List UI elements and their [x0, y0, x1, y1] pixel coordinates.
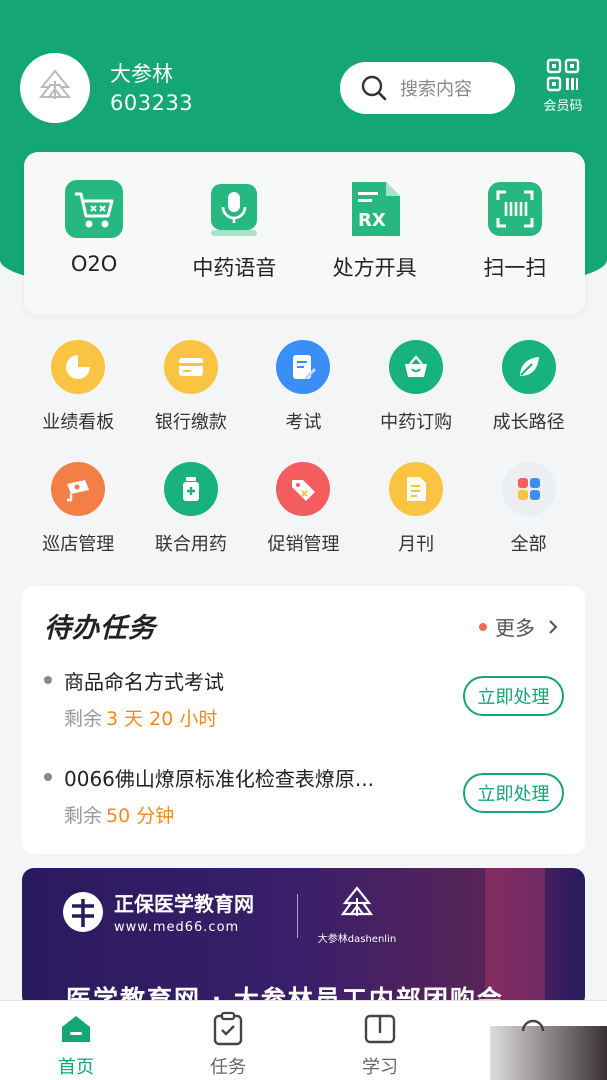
med66-logo: 正保医学教育网 www.med66.com: [60, 888, 254, 935]
tab-label: 任务: [210, 1057, 246, 1078]
promo-banner[interactable]: 正保医学教育网 www.med66.com 大参林dashenlin 医学教育网…: [22, 868, 585, 1008]
quick-action-label: 处方开具: [332, 256, 417, 280]
grid-item-bank-payment[interactable]: 银行缴款: [135, 340, 248, 462]
basket-icon: [405, 355, 428, 377]
search-icon: [361, 75, 387, 101]
tab-label: 首页: [58, 1057, 94, 1078]
medicine-bottle-icon: [182, 477, 199, 501]
grid-item-label: 巡店管理: [42, 534, 115, 555]
chevron-right-icon: [549, 619, 558, 634]
avatar[interactable]: [20, 53, 90, 123]
tab-tasks[interactable]: 任务: [188, 1011, 268, 1079]
task-name: 商品命名方式考试: [64, 670, 224, 694]
quick-action-label: 扫一扫: [483, 256, 547, 280]
quick-action-scan[interactable]: 扫一扫: [455, 180, 575, 315]
search-input[interactable]: 搜索内容: [340, 62, 515, 114]
grid-item-label: 全部: [510, 534, 547, 555]
microphone-icon: [211, 184, 258, 236]
process-now-button[interactable]: 立即处理: [463, 676, 564, 716]
exam-edit-icon: [293, 355, 317, 379]
grid-item-combined-medication[interactable]: 联合用药: [135, 462, 248, 584]
dashenlin-logo-icon: [38, 69, 72, 99]
grid-item-promotion[interactable]: 促销管理: [247, 462, 360, 584]
grid-item-performance[interactable]: 业绩看板: [22, 340, 135, 462]
bullet: [44, 676, 52, 684]
store-code: 603233: [110, 91, 194, 115]
bullet: [44, 773, 52, 781]
todo-tasks-card: 待办任务 更多 商品命名方式考试 剩余 3 天 20 小时 立即处理 0066佛山…: [22, 586, 585, 854]
cart-icon: [65, 180, 124, 238]
task-name: 0066佛山燎原标准化检查表燎原...: [64, 767, 374, 791]
bank-card-icon: [178, 358, 203, 376]
tab-home[interactable]: 首页: [36, 1011, 116, 1079]
store-name: 大参林: [110, 62, 173, 86]
search-placeholder: 搜索内容: [400, 79, 472, 100]
more-link[interactable]: 更多: [479, 612, 561, 641]
camera-surveillance-icon: [67, 480, 90, 502]
grid-item-monthly[interactable]: 月刊: [360, 462, 473, 584]
more-label: 更多: [495, 616, 535, 640]
prescription-rx-icon: RX: [351, 182, 400, 236]
all-grid-icon: [517, 478, 540, 500]
grid-item-label: 银行缴款: [154, 412, 227, 433]
grid-item-all[interactable]: 全部: [472, 462, 585, 584]
quick-action-label: 中药语音: [192, 256, 277, 280]
leaf-icon: [519, 357, 539, 376]
task-clipboard-icon: [213, 1011, 243, 1046]
grid-item-label: 考试: [285, 412, 322, 433]
tab-label: 学习: [362, 1057, 398, 1078]
grid-item-label: 促销管理: [267, 534, 340, 555]
quick-action-label: O2O: [70, 252, 118, 276]
overlay-corner: [490, 1026, 607, 1080]
grid-item-label: 中药订购: [380, 412, 453, 433]
quick-action-prescription[interactable]: RX 处方开具: [315, 180, 435, 315]
banner-brand-url: www.med66.com: [114, 920, 240, 935]
quick-action-o2o[interactable]: O2O: [34, 180, 154, 315]
grid-item-growth-path[interactable]: 成长路径: [472, 340, 585, 462]
quick-action-voice[interactable]: 中药语音: [174, 180, 294, 315]
grid-item-herb-order[interactable]: 中药订购: [360, 340, 473, 462]
header: 大参林 603233 搜索内容 会员码: [0, 0, 607, 150]
grid-item-store-patrol[interactable]: 巡店管理: [22, 462, 135, 584]
grid-item-label: 业绩看板: [42, 412, 115, 433]
banner-brand-a: 正保医学教育网: [114, 892, 254, 916]
quick-actions-card: O2O 中药语音 RX 处方开具 扫一扫: [24, 152, 585, 315]
book-icon: [364, 1014, 396, 1044]
grid-item-label: 联合用药: [154, 534, 227, 555]
document-icon: [407, 477, 427, 501]
tab-study[interactable]: 学习: [340, 1011, 420, 1079]
home-icon: [62, 1016, 90, 1042]
member-code-button[interactable]: 会员码: [538, 58, 588, 114]
grid-item-label: 月刊: [398, 534, 435, 555]
pie-chart-icon: [66, 355, 91, 379]
notification-dot: [479, 622, 487, 631]
tag-icon: [292, 480, 316, 501]
grid-item-label: 成长路径: [492, 412, 565, 433]
process-now-button[interactable]: 立即处理: [463, 773, 564, 813]
med66-logo-icon: [63, 891, 103, 932]
qr-code-icon: [546, 58, 580, 92]
grid-item-exam[interactable]: 考试: [247, 340, 360, 462]
banner-brand-b: 大参林dashenlin: [317, 934, 397, 945]
dashenlin-logo: 大参林dashenlin: [312, 884, 402, 945]
task-remaining: 剩余 3 天 20 小时: [64, 708, 218, 730]
member-code-label: 会员码: [543, 99, 583, 114]
dashenlin-logo-icon: [340, 886, 374, 916]
todo-title: 待办任务: [44, 613, 156, 644]
feature-grid: 业绩看板 银行缴款 考试 中药订购 成长路径 巡店管理 联合用药 促销管理 月刊…: [22, 340, 585, 584]
task-remaining: 剩余 50 分钟: [64, 805, 175, 827]
scan-icon: [487, 182, 542, 236]
svg-text:RX: RX: [358, 210, 386, 231]
